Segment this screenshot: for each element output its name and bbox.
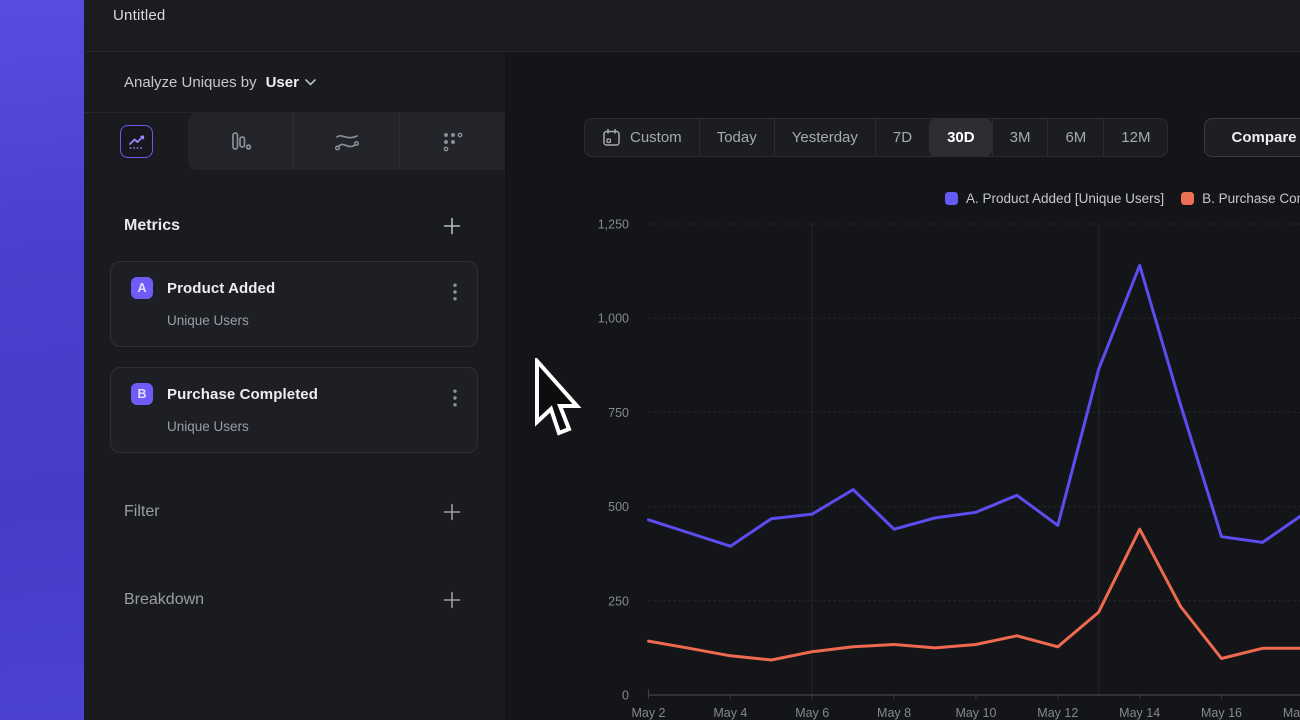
metric-measure: Unique Users [167, 313, 461, 328]
series-line [649, 529, 1300, 660]
plus-icon [443, 503, 461, 521]
y-axis-tick-label: 750 [608, 406, 629, 420]
desktop-background-gradient [0, 0, 84, 720]
tab-bar-chart[interactable] [188, 113, 293, 170]
x-axis-tick-label: May 18 [1283, 706, 1300, 720]
breakdown-section-header: Breakdown [124, 591, 461, 609]
metric-badge-a: A [131, 277, 153, 299]
analyze-by-label: Analyze Uniques by [124, 74, 257, 91]
kebab-icon [453, 283, 457, 301]
metrics-section-header: Metrics [124, 217, 461, 235]
metric-measure: Unique Users [167, 419, 461, 434]
x-axis-tick-label: May 6 [795, 706, 829, 720]
metric-name: Product Added [167, 280, 275, 297]
filter-title: Filter [124, 503, 160, 521]
kebab-icon [453, 389, 457, 407]
metric-name: Purchase Completed [167, 386, 318, 403]
analyze-by-row: Analyze Uniques by User [84, 52, 505, 113]
y-axis-tick-label: 500 [608, 500, 629, 514]
metric-card-product-added[interactable]: A Product Added Unique Users [110, 261, 478, 347]
tab-flow[interactable] [293, 113, 399, 170]
flow-icon [333, 129, 361, 155]
analyze-by-dropdown[interactable]: User [266, 74, 316, 91]
series-line [649, 265, 1300, 546]
add-breakdown-button[interactable] [443, 591, 461, 609]
metric-card-purchase-completed[interactable]: B Purchase Completed Unique Users [110, 367, 478, 453]
line-chart-icon [127, 132, 146, 151]
tab-grid-dots[interactable] [399, 113, 505, 170]
metric-options-button[interactable] [449, 385, 461, 414]
x-axis-tick-label: May 12 [1037, 706, 1078, 720]
y-axis-tick-label: 0 [622, 689, 629, 703]
add-filter-button[interactable] [443, 503, 461, 521]
filter-section-header: Filter [124, 503, 461, 521]
chevron-down-icon [305, 79, 316, 86]
x-axis-tick-label: May 2 [631, 706, 665, 720]
breakdown-title: Breakdown [124, 591, 204, 609]
metric-options-button[interactable] [449, 279, 461, 308]
chart-type-tab-strip [188, 113, 505, 170]
y-axis-tick-label: 250 [608, 594, 629, 608]
x-axis-tick-label: May 8 [877, 706, 911, 720]
y-axis-tick-label: 1,000 [598, 312, 629, 326]
y-axis-tick-label: 1,250 [598, 218, 629, 232]
analyze-by-value: User [266, 74, 299, 91]
chart-type-tabs [84, 113, 505, 170]
grid-dots-icon [440, 129, 466, 155]
tab-line-chart[interactable] [120, 125, 153, 158]
chart-panel: Custom Today Yesterday 7D 30D 3M 6M 12M … [505, 52, 1300, 720]
line-chart-canvas[interactable]: 0 250 500 750 1,000 1,250 May 2 May 4 May 6 May 8… [506, 52, 1300, 720]
x-axis-tick-label: May 16 [1201, 706, 1242, 720]
query-sidebar: Analyze Uniques by User [84, 52, 505, 720]
plus-icon [443, 591, 461, 609]
x-axis-tick-label: May 4 [713, 706, 747, 720]
x-axis-tick-label: May 10 [955, 706, 996, 720]
report-title[interactable]: Untitled [113, 7, 165, 24]
x-axis-tick-label: May 14 [1119, 706, 1160, 720]
metrics-title: Metrics [124, 217, 180, 235]
add-metric-button[interactable] [443, 217, 461, 235]
metric-badge-b: B [131, 383, 153, 405]
bar-chart-icon [228, 129, 254, 155]
top-bar: Untitled [84, 0, 1300, 52]
analytics-app-window: Untitled Analyze Uniques by User [84, 0, 1300, 720]
plus-icon [443, 217, 461, 235]
